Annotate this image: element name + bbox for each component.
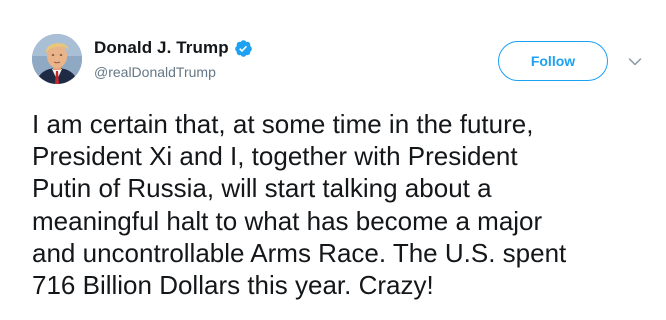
verified-check-icon [234,39,253,58]
follow-button[interactable]: Follow [498,41,608,81]
author-name-row: Donald J. Trump [94,38,253,58]
tweet-text: I am certain that, at some time in the f… [32,109,567,301]
display-name[interactable]: Donald J. Trump [94,38,229,58]
tweet-card: Donald J. Trump @realDonaldTrump Follow … [0,0,666,320]
author-handle[interactable]: @realDonaldTrump [94,64,216,80]
chevron-down-icon[interactable] [628,54,642,66]
avatar-image [32,34,82,84]
avatar[interactable] [32,34,82,84]
